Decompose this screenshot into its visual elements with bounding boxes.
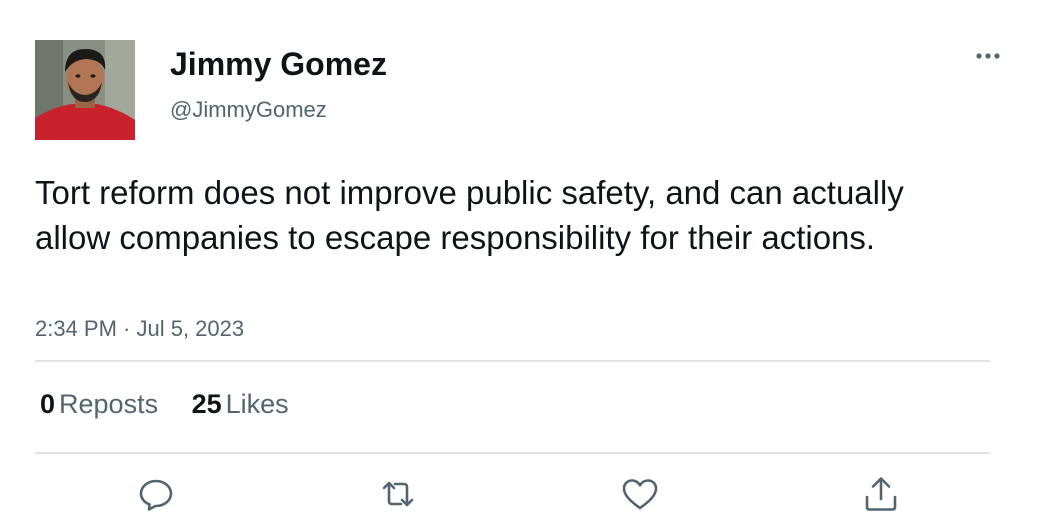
- avatar-image: [35, 40, 135, 140]
- more-options-button[interactable]: [968, 44, 1008, 68]
- reposts-label: Reposts: [59, 389, 159, 419]
- share-button[interactable]: [859, 474, 903, 514]
- more-horizontal-icon: [976, 53, 1000, 59]
- repost-button[interactable]: [376, 474, 420, 514]
- author-display-name[interactable]: Jimmy Gomez: [170, 44, 387, 84]
- reply-icon: [139, 479, 173, 511]
- reply-button[interactable]: [134, 474, 178, 514]
- share-icon: [865, 477, 897, 511]
- tweet-text: Tort reform does not improve public safe…: [35, 174, 904, 256]
- like-button[interactable]: [618, 474, 662, 514]
- reposts-count: 0: [40, 389, 56, 419]
- tweet-timestamp[interactable]: 2:34 PM · Jul 5, 2023: [35, 314, 244, 344]
- divider: [35, 360, 990, 362]
- avatar[interactable]: [35, 40, 135, 140]
- heart-icon: [622, 479, 658, 510]
- engagement-stats: 0 Reposts 25 Likes: [40, 386, 315, 422]
- likes-count: 25: [191, 389, 222, 419]
- divider: [35, 452, 990, 454]
- author-handle[interactable]: @JimmyGomez: [170, 96, 327, 124]
- likes-label: Likes: [225, 389, 289, 419]
- reposts-stat[interactable]: 0 Reposts: [40, 386, 158, 422]
- tweet-card: Jimmy Gomez @JimmyGomez Tort reform does…: [0, 0, 1050, 525]
- likes-stat[interactable]: 25 Likes: [192, 386, 289, 422]
- repost-icon: [382, 481, 414, 507]
